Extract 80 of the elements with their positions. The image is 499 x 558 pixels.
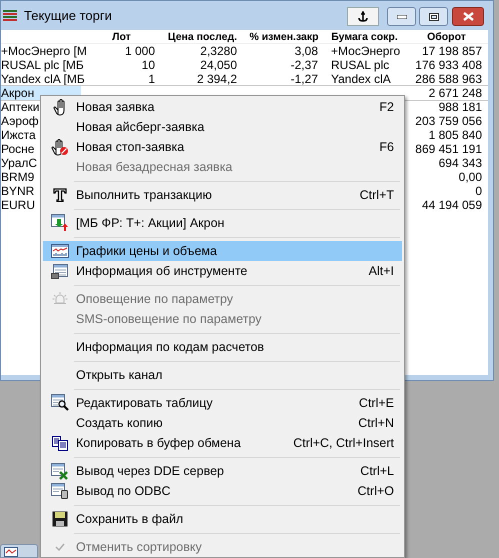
table-cell: -2,37 xyxy=(290,58,318,72)
menu-item[interactable]: Вывод по ODBC Ctrl+O xyxy=(43,481,402,501)
table-arrows-icon xyxy=(50,214,68,232)
letter-t-icon xyxy=(52,188,66,202)
close-icon xyxy=(462,12,474,21)
menu-item[interactable]: Выполнить транзакцию Ctrl+T xyxy=(43,185,402,205)
chart-icon xyxy=(4,547,18,557)
checkmark-icon xyxy=(54,543,64,551)
menu-item[interactable]: [МБ ФР: Т+: Акции] Акрон xyxy=(43,213,402,233)
anchor-icon xyxy=(358,11,368,22)
table-cell: 1 805 840 xyxy=(428,128,482,142)
table-cell: 1 000 xyxy=(124,44,155,58)
table-cell: 2 394,2 xyxy=(196,72,237,86)
table-cross-icon xyxy=(50,462,68,480)
table-cell: УралС xyxy=(1,156,38,170)
menu-item[interactable]: Информация по кодам расчетов xyxy=(43,337,402,357)
menu-item[interactable]: Сохранить в файл xyxy=(43,509,402,529)
column-header[interactable]: Бумага сокр. xyxy=(324,30,404,43)
table-cell: 0 xyxy=(475,184,482,198)
copy-icon xyxy=(52,436,68,450)
table-database-icon xyxy=(50,483,68,499)
table-cell: 17 198 857 xyxy=(422,44,482,58)
close-button[interactable] xyxy=(452,7,484,26)
menu-item[interactable]: Новая заявка F2 xyxy=(43,97,402,117)
table-cell: Ижста xyxy=(1,128,36,142)
table-magnifier-icon xyxy=(50,394,68,412)
anchor-button[interactable] xyxy=(347,7,379,26)
menu-item[interactable]: Информация об инструменте Alt+I xyxy=(43,261,402,281)
table-cell: RUSAL plc [МБ xyxy=(1,58,84,72)
menu-item[interactable]: Новая стоп-заявка F6 xyxy=(43,137,402,157)
table-cell: +МосЭнерго xyxy=(331,44,400,58)
table-cell: +МосЭнерго [М xyxy=(1,44,87,58)
menu-item[interactable]: Создать копию Ctrl+N xyxy=(43,413,402,433)
table-cell: 44 194 059 xyxy=(422,198,482,212)
column-header[interactable]: % измен.закр xyxy=(243,30,324,43)
table-cell: 2,3280 xyxy=(200,44,237,58)
table-cell: 176 933 408 xyxy=(415,58,482,72)
table-cell: 203 759 056 xyxy=(415,114,482,128)
table-cell: 10 xyxy=(142,58,155,72)
minimize-button[interactable] xyxy=(387,7,416,26)
column-header[interactable]: Лот xyxy=(81,30,161,43)
table-cell: 24,050 xyxy=(200,58,237,72)
table-info-icon xyxy=(50,264,68,278)
menu-item[interactable]: Редактировать таблицу Ctrl+E xyxy=(43,393,402,413)
menu-item[interactable]: Вывод через DDE сервер Ctrl+L xyxy=(43,461,402,481)
table-cell: Аэроф xyxy=(1,114,39,128)
minimized-window[interactable] xyxy=(0,544,38,558)
table-cell: 2 671 248 xyxy=(428,86,482,100)
minimize-icon xyxy=(396,14,406,18)
hand-icon xyxy=(52,98,66,116)
table-cell: 286 588 963 xyxy=(415,72,482,86)
maximize-button[interactable] xyxy=(419,7,448,26)
window-title: Текущие торги xyxy=(24,6,112,25)
table-cell: 988 181 xyxy=(438,100,482,114)
table-cell: Yandex clA [МБ xyxy=(1,72,85,86)
menu-item[interactable]: Копировать в буфер обмена Ctrl+C, Ctrl+Insert xyxy=(43,433,402,453)
table-cell: 694 343 xyxy=(438,156,482,170)
hand-stop-icon xyxy=(50,138,68,156)
restore-icon xyxy=(428,12,438,20)
alarm-icon xyxy=(52,291,68,307)
menu-item[interactable]: Графики цены и объема xyxy=(43,241,402,261)
table-cell: Yandex clA xyxy=(331,72,391,86)
menu-item[interactable]: Открыть канал xyxy=(43,365,402,385)
table-cell: BYNR xyxy=(1,184,34,198)
table-cell: Акрон xyxy=(1,86,34,100)
table-cell: Аптеки xyxy=(1,100,40,114)
chart-icon xyxy=(50,244,68,258)
table-cell: Росне xyxy=(1,142,34,156)
table-cell: RUSAL plc xyxy=(331,58,390,72)
table-icon xyxy=(3,10,17,21)
table-cell: -1,27 xyxy=(290,72,318,86)
table-cell: 0,00 xyxy=(458,170,482,184)
table-cell: BRM9 xyxy=(1,170,34,184)
menu-item[interactable]: Новая айсберг-заявка xyxy=(43,117,402,137)
column-header[interactable]: Цена послед. xyxy=(161,30,243,43)
table-cell: 3,08 xyxy=(294,44,318,58)
table-cell: 869 451 191 xyxy=(415,142,482,156)
table-cell: 1 xyxy=(148,72,155,86)
table-cell: EURU xyxy=(1,198,36,212)
column-header[interactable]: Оборот xyxy=(404,30,488,43)
